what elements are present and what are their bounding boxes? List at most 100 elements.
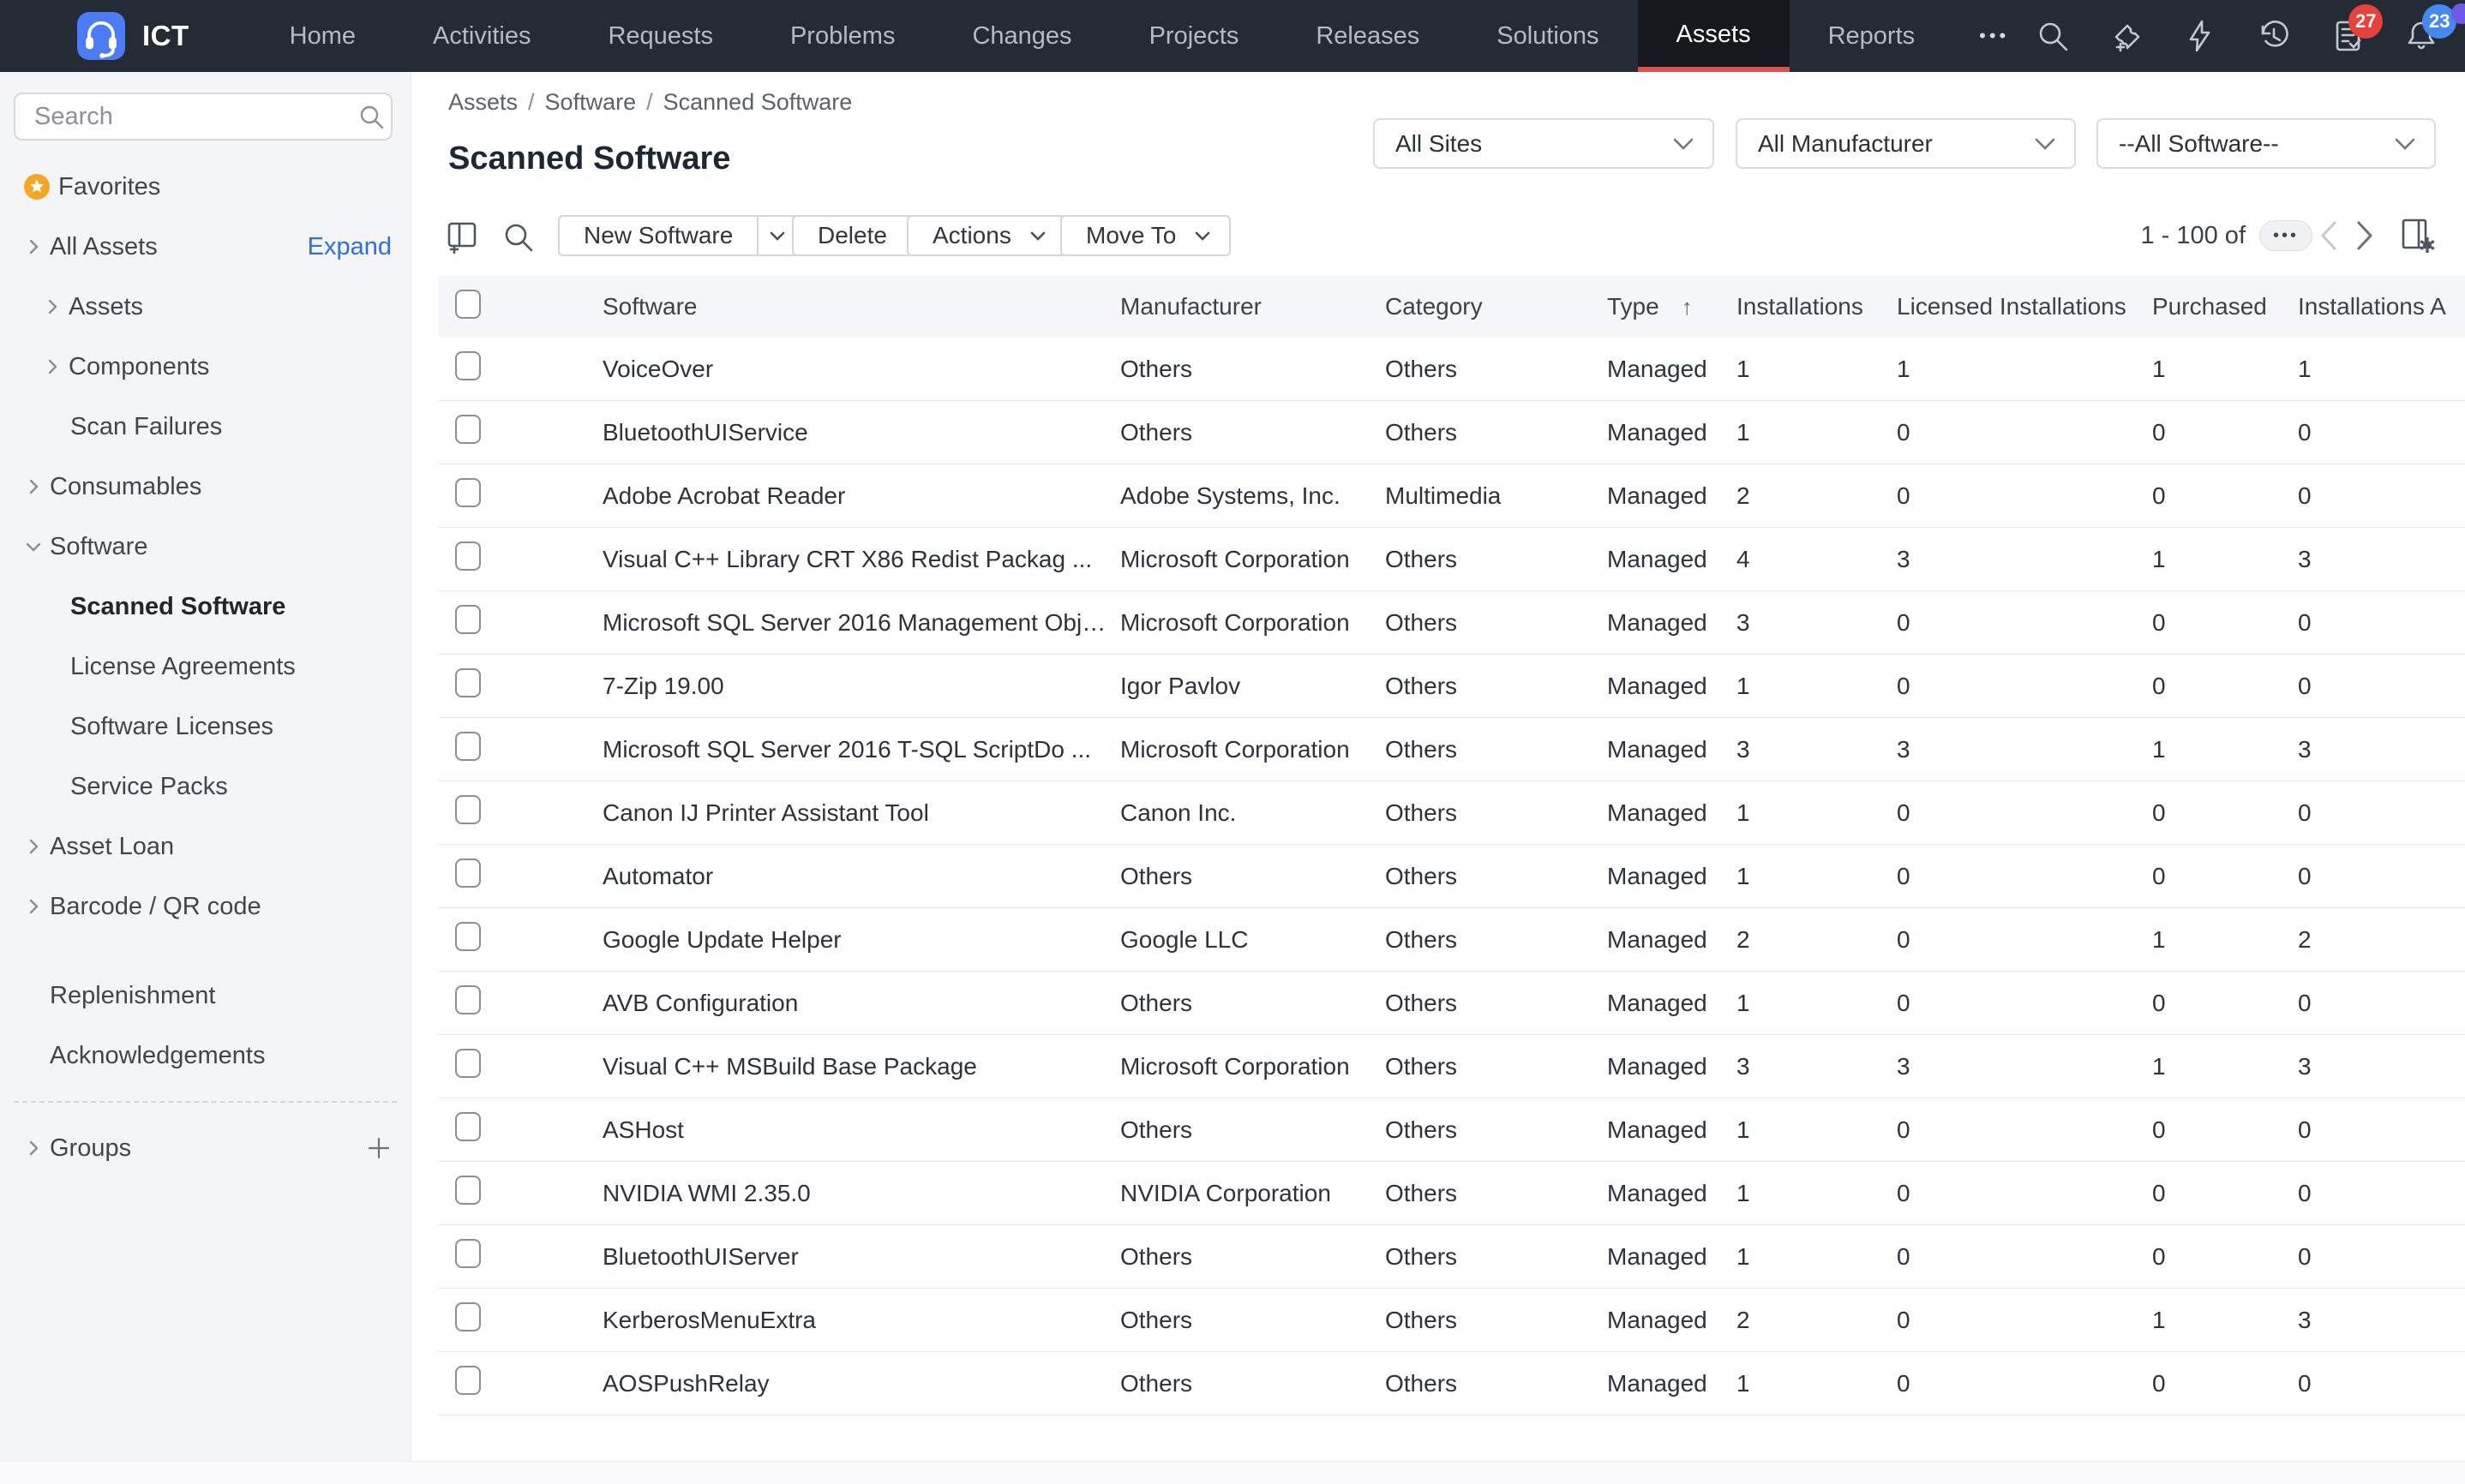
nav-item-projects[interactable]: Projects [1111,0,1278,72]
table-row[interactable]: AOSPushRelayOthersOthersManaged1000 [438,1352,2465,1415]
column-header-licensed-installations[interactable]: Licensed Installations [1897,293,2152,320]
pagination-total-button[interactable]: ••• [2259,220,2312,251]
column-header-installations[interactable]: Installations [1736,293,1897,320]
row-checkbox[interactable] [455,985,481,1014]
sidebar-item-software-licenses[interactable]: Software Licenses [0,697,411,757]
column-header-installations-a[interactable]: Installations A [2298,293,2465,320]
row-checkbox[interactable] [455,351,481,380]
column-settings-icon[interactable] [2398,216,2438,255]
sidebar-item-assets[interactable]: Assets [0,277,411,337]
cell-software[interactable]: Automator [603,863,1120,890]
expand-link[interactable]: Expand [308,233,392,261]
breadcrumb-part[interactable]: Software [545,89,637,116]
table-row[interactable]: AutomatorOthersOthersManaged1000 [438,845,2465,908]
nav-item-home[interactable]: Home [251,0,394,72]
sidebar-item-favorites[interactable]: Favorites [0,157,411,217]
nav-item-solutions[interactable]: Solutions [1458,0,1637,72]
filter-manufacturer-select[interactable]: All Manufacturer [1736,118,2076,169]
row-checkbox[interactable] [455,1176,481,1205]
nav-item-assets[interactable]: Assets [1638,0,1790,72]
cell-software[interactable]: Visual C++ Library CRT X86 Redist Packag… [603,546,1120,573]
cell-software[interactable]: ASHost [603,1116,1120,1144]
cell-software[interactable]: NVIDIA WMI 2.35.0 [603,1180,1120,1207]
filter-sites-select[interactable]: All Sites [1373,118,1714,169]
cell-software[interactable]: 7-Zip 19.00 [603,673,1120,700]
select-all-checkbox[interactable] [455,290,481,319]
sidebar-item-scanned-software[interactable]: Scanned Software [0,577,411,637]
cell-software[interactable]: KerberosMenuExtra [603,1307,1120,1334]
table-search-icon[interactable] [502,221,535,254]
table-row[interactable]: Microsoft SQL Server 2016 T-SQL ScriptDo… [438,718,2465,781]
table-row[interactable]: NVIDIA WMI 2.35.0NVIDIA CorporationOther… [438,1162,2465,1225]
app-logo-headset-icon[interactable] [77,12,125,60]
row-checkbox[interactable] [455,415,481,444]
nav-item-reports[interactable]: Reports [1790,0,1954,72]
pagination-next-button[interactable] [2352,218,2378,254]
add-column-view-icon[interactable] [444,218,482,255]
row-checkbox[interactable] [455,478,481,507]
sidebar-item-asset-loan[interactable]: Asset Loan [0,817,411,877]
nav-item-changes[interactable]: Changes [933,0,1110,72]
sidebar-item-consumables[interactable]: Consumables [0,457,411,517]
quick-actions-icon[interactable] [2182,18,2218,54]
nav-item-problems[interactable]: Problems [752,0,934,72]
cell-software[interactable]: AOSPushRelay [603,1370,1120,1397]
column-header-category[interactable]: Category [1385,293,1607,320]
row-checkbox[interactable] [455,1239,481,1268]
table-row[interactable]: ASHostOthersOthersManaged1000 [438,1098,2465,1162]
notifications-bell-icon[interactable]: 23 [2403,18,2439,54]
column-header-type[interactable]: Type↑ [1607,293,1736,320]
cell-software[interactable]: BluetoothUIServer [603,1243,1120,1271]
add-group-icon[interactable] [366,1135,392,1161]
table-row[interactable]: Google Update HelperGoogle LLCOthersMana… [438,908,2465,972]
sidebar-item-barcode-qr-code[interactable]: Barcode / QR code [0,877,411,936]
row-checkbox[interactable] [455,795,481,824]
column-header-software[interactable]: Software [603,293,1120,320]
sidebar-item-service-packs[interactable]: Service Packs [0,757,411,817]
cell-software[interactable]: VoiceOver [603,356,1120,383]
add-ticket-icon[interactable] [2108,18,2144,54]
table-row[interactable]: KerberosMenuExtraOthersOthersManaged2013 [438,1289,2465,1352]
new-software-button[interactable]: New Software [558,215,798,256]
sidebar-search-icon[interactable] [357,103,385,130]
approvals-icon[interactable]: 27 [2330,18,2366,54]
sidebar-item-replenishment[interactable]: Replenishment [0,966,411,1026]
sidebar-item-acknowledgements[interactable]: Acknowledgements [0,1026,411,1086]
cell-software[interactable]: Google Update Helper [603,926,1120,954]
cell-software[interactable]: Microsoft SQL Server 2016 T-SQL ScriptDo… [603,736,1120,763]
actions-button[interactable]: Actions [907,215,1066,256]
table-row[interactable]: 7-Zip 19.00Igor PavlovOthersManaged1000 [438,655,2465,718]
table-row[interactable]: VoiceOverOthersOthersManaged1111 [438,338,2465,401]
new-software-caret[interactable] [757,217,796,254]
table-row[interactable]: Microsoft SQL Server 2016 Management Obj… [438,591,2465,655]
row-checkbox[interactable] [455,859,481,888]
sidebar-item-groups[interactable]: Groups [0,1118,411,1178]
sidebar-item-software[interactable]: Software [0,517,411,577]
sidebar-item-components[interactable]: Components [0,337,411,397]
table-row[interactable]: BluetoothUIServerOthersOthersManaged1000 [438,1225,2465,1289]
search-icon[interactable] [2035,18,2071,54]
sidebar-item-all-assets[interactable]: All AssetsExpand [0,217,411,277]
table-row[interactable]: BluetoothUIServiceOthersOthersManaged100… [438,401,2465,464]
row-checkbox[interactable] [455,922,481,951]
sidebar-item-license-agreements[interactable]: License Agreements [0,637,411,697]
breadcrumb-part[interactable]: Assets [448,89,518,116]
row-checkbox[interactable] [455,1112,481,1141]
row-checkbox[interactable] [455,605,481,634]
cell-software[interactable]: Canon IJ Printer Assistant Tool [603,799,1120,827]
delete-button[interactable]: Delete [792,215,913,256]
row-checkbox[interactable] [455,1049,481,1078]
cell-software[interactable]: Visual C++ MSBuild Base Package [603,1053,1120,1080]
row-checkbox[interactable] [455,542,481,571]
table-row[interactable]: Adobe Acrobat ReaderAdobe Systems, Inc.M… [438,464,2465,528]
row-checkbox[interactable] [455,732,481,761]
row-checkbox[interactable] [455,668,481,697]
cell-software[interactable]: Microsoft SQL Server 2016 Management Obj… [603,609,1120,637]
sidebar-item-scan-failures[interactable]: Scan Failures [0,397,411,457]
row-checkbox[interactable] [455,1366,481,1395]
column-header-purchased[interactable]: Purchased [2152,293,2298,320]
column-header-manufacturer[interactable]: Manufacturer [1120,293,1385,320]
table-row[interactable]: Canon IJ Printer Assistant ToolCanon Inc… [438,781,2465,845]
table-row[interactable]: Visual C++ MSBuild Base PackageMicrosoft… [438,1035,2465,1098]
row-checkbox[interactable] [455,1302,481,1331]
